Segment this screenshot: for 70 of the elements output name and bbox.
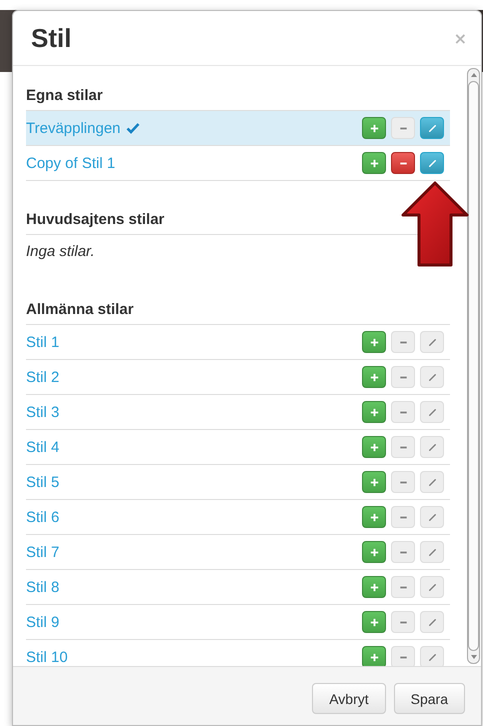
plus-icon [368, 476, 380, 488]
style-link[interactable]: Stil 7 [26, 544, 60, 560]
footer-button[interactable]: Avbryt [312, 683, 386, 714]
pencil-icon [426, 158, 438, 168]
delete-button[interactable] [391, 152, 415, 174]
add-button[interactable] [362, 366, 386, 388]
plus-icon [368, 512, 380, 522]
empty-message: Inga stilar. [26, 242, 96, 262]
scrollbar[interactable] [467, 68, 480, 664]
style-link[interactable]: Copy of Stil 1 [26, 154, 116, 172]
pencil-icon [426, 476, 438, 488]
plus-icon [368, 582, 380, 592]
style-link[interactable]: Stil 4 [26, 438, 60, 456]
plus-icon [368, 158, 380, 168]
pencil-icon [426, 372, 438, 382]
style-link[interactable]: Stil 6 [26, 508, 60, 526]
style-row[interactable]: Stil 2 [26, 360, 450, 395]
style-row[interactable]: Stil 7 [26, 535, 450, 570]
up-arrow-icon [401, 181, 469, 267]
dialog-title: Stil [31, 22, 72, 54]
pencil-icon [426, 582, 438, 592]
pencil-icon [426, 512, 438, 522]
style-link[interactable]: Stil 9 [26, 614, 60, 630]
add-button[interactable] [362, 117, 386, 139]
add-button[interactable] [362, 436, 386, 458]
style-link[interactable]: Treväpplingen [26, 120, 121, 136]
add-button[interactable] [362, 152, 386, 174]
style-row[interactable]: Stil 1 [26, 325, 450, 360]
style-row[interactable]: Stil 6 [26, 500, 450, 535]
pencil-icon [426, 336, 438, 348]
style-row[interactable]: Copy of Stil 1 [26, 146, 450, 181]
style-row[interactable]: Stil 8 [26, 570, 450, 605]
style-row[interactable]: Stil 3 [26, 395, 450, 430]
style-link[interactable]: Stil 5 [26, 474, 60, 490]
style-link[interactable]: Stil 2 [26, 368, 60, 386]
plus-icon [368, 336, 380, 348]
style-row[interactable]: Stil 4 [26, 430, 450, 465]
style-link[interactable]: Stil 8 [26, 578, 60, 596]
plus-icon [368, 406, 380, 418]
plus-icon [368, 442, 380, 452]
pencil-icon [426, 616, 438, 628]
add-button[interactable] [362, 611, 386, 633]
pencil-icon [426, 652, 438, 662]
add-button[interactable] [362, 541, 386, 563]
style-row[interactable]: Stil 9 [26, 605, 450, 640]
pencil-icon [426, 442, 438, 452]
add-button[interactable] [362, 331, 386, 353]
edit-button[interactable] [420, 117, 444, 139]
pencil-icon [426, 406, 438, 418]
plus-icon [368, 122, 380, 134]
plus-icon [368, 372, 380, 382]
add-button[interactable] [362, 576, 386, 598]
plus-icon [368, 546, 380, 558]
add-button[interactable] [362, 506, 386, 528]
pencil-icon [426, 122, 438, 134]
style-link[interactable]: Stil 1 [26, 334, 60, 350]
plus-icon [368, 652, 380, 662]
section-heading: Allmänna stilar [26, 297, 450, 325]
style-row[interactable]: Treväpplingen [26, 111, 450, 146]
add-button[interactable] [362, 401, 386, 423]
close-button[interactable]: × [454, 28, 467, 48]
pencil-icon [426, 546, 438, 558]
plus-icon [368, 616, 380, 628]
style-row[interactable]: Stil 5 [26, 465, 450, 500]
style-link[interactable]: Stil 3 [26, 404, 60, 420]
add-button[interactable] [362, 471, 386, 493]
footer-button[interactable]: Spara [394, 683, 465, 714]
style-link[interactable]: Stil 10 [26, 648, 68, 666]
edit-button[interactable] [420, 152, 444, 174]
add-button[interactable] [362, 646, 386, 666]
